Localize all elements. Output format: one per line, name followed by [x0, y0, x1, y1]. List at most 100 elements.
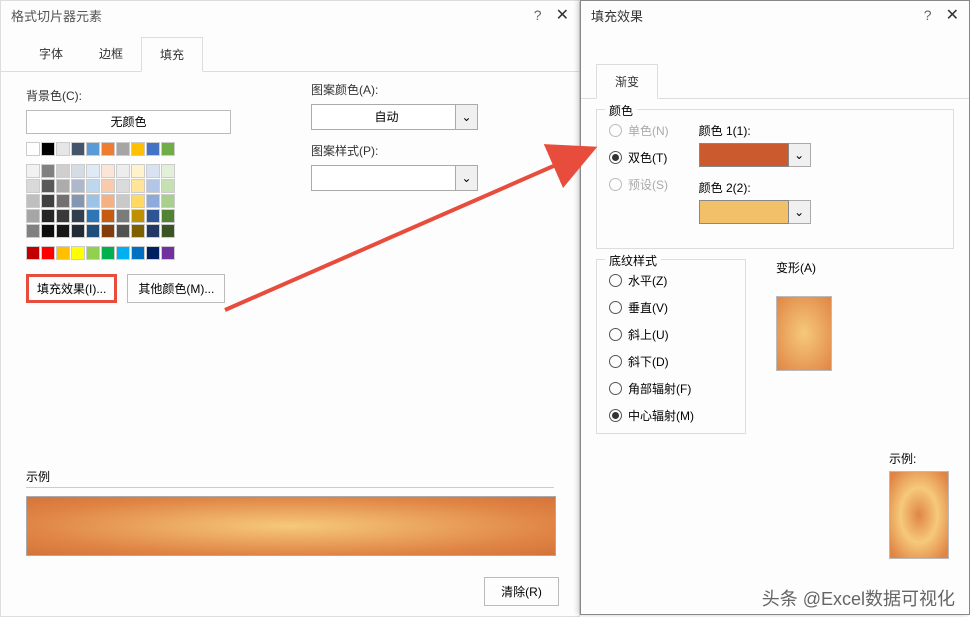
tab-fill[interactable]: 填充: [141, 37, 203, 72]
color-cell[interactable]: [26, 224, 40, 238]
color-cell[interactable]: [116, 194, 130, 208]
color2-swatch[interactable]: [699, 200, 789, 224]
color-cell[interactable]: [131, 246, 145, 260]
variant-preview[interactable]: [776, 296, 832, 371]
color-cell[interactable]: [26, 246, 40, 260]
more-colors-button[interactable]: 其他颜色(M)...: [127, 274, 225, 303]
chevron-down-icon[interactable]: ⌄: [456, 165, 478, 191]
color-cell[interactable]: [26, 179, 40, 193]
color-cell[interactable]: [161, 194, 175, 208]
pattern-color-select[interactable]: 自动 ⌄: [311, 104, 511, 130]
color-cell[interactable]: [56, 209, 70, 223]
chevron-down-icon[interactable]: ⌄: [789, 143, 811, 167]
color-cell[interactable]: [56, 246, 70, 260]
color-cell[interactable]: [146, 209, 160, 223]
color-cell[interactable]: [41, 224, 55, 238]
color-cell[interactable]: [41, 194, 55, 208]
color-cell[interactable]: [71, 209, 85, 223]
color-cell[interactable]: [41, 164, 55, 178]
radio-two-color[interactable]: 双色(T): [609, 149, 669, 166]
color-cell[interactable]: [41, 179, 55, 193]
color-cell[interactable]: [146, 246, 160, 260]
help-icon[interactable]: ?: [924, 7, 932, 23]
color-cell[interactable]: [131, 194, 145, 208]
color-cell[interactable]: [116, 142, 130, 156]
color-cell[interactable]: [71, 194, 85, 208]
color-cell[interactable]: [161, 179, 175, 193]
color-cell[interactable]: [131, 142, 145, 156]
color-cell[interactable]: [26, 209, 40, 223]
chevron-down-icon[interactable]: ⌄: [456, 104, 478, 130]
color-cell[interactable]: [101, 142, 115, 156]
fill-effects-button[interactable]: 填充效果(I)...: [26, 274, 117, 303]
color-cell[interactable]: [101, 224, 115, 238]
color-cell[interactable]: [86, 224, 100, 238]
radio-shading-4[interactable]: 角部辐射(F): [609, 380, 733, 397]
radio-shading-2[interactable]: 斜上(U): [609, 326, 733, 343]
color-cell[interactable]: [146, 224, 160, 238]
color-cell[interactable]: [26, 164, 40, 178]
close-icon[interactable]: ✕: [946, 5, 959, 25]
color-cell[interactable]: [86, 164, 100, 178]
radio-preset[interactable]: 预设(S): [609, 176, 669, 193]
color-cell[interactable]: [161, 142, 175, 156]
color-cell[interactable]: [41, 209, 55, 223]
color-cell[interactable]: [56, 179, 70, 193]
color-cell[interactable]: [71, 179, 85, 193]
no-color-button[interactable]: 无颜色: [26, 110, 231, 134]
color-cell[interactable]: [131, 209, 145, 223]
color-cell[interactable]: [86, 246, 100, 260]
color-cell[interactable]: [86, 194, 100, 208]
color-cell[interactable]: [86, 142, 100, 156]
color-cell[interactable]: [101, 164, 115, 178]
color-cell[interactable]: [71, 246, 85, 260]
color-cell[interactable]: [161, 224, 175, 238]
clear-button[interactable]: 清除(R): [484, 577, 559, 606]
color-cell[interactable]: [161, 209, 175, 223]
color-cell[interactable]: [86, 209, 100, 223]
color-cell[interactable]: [116, 246, 130, 260]
help-icon[interactable]: ?: [534, 7, 542, 23]
color-cell[interactable]: [101, 209, 115, 223]
color-cell[interactable]: [56, 142, 70, 156]
color-cell[interactable]: [71, 142, 85, 156]
radio-shading-5[interactable]: 中心辐射(M): [609, 407, 733, 424]
color-cell[interactable]: [146, 194, 160, 208]
color-cell[interactable]: [146, 179, 160, 193]
chevron-down-icon[interactable]: ⌄: [789, 200, 811, 224]
tab-font[interactable]: 字体: [21, 37, 81, 71]
color-cell[interactable]: [101, 194, 115, 208]
color-cell[interactable]: [56, 194, 70, 208]
color1-swatch[interactable]: [699, 143, 789, 167]
color-cell[interactable]: [116, 224, 130, 238]
close-icon[interactable]: ✕: [556, 5, 569, 25]
color-cell[interactable]: [146, 142, 160, 156]
color-cell[interactable]: [116, 209, 130, 223]
color-cell[interactable]: [116, 179, 130, 193]
radio-shading-0[interactable]: 水平(Z): [609, 272, 733, 289]
color-cell[interactable]: [41, 246, 55, 260]
radio-shading-1[interactable]: 垂直(V): [609, 299, 733, 316]
color-cell[interactable]: [26, 142, 40, 156]
color-cell[interactable]: [26, 194, 40, 208]
color-cell[interactable]: [131, 179, 145, 193]
color-cell[interactable]: [71, 164, 85, 178]
color-cell[interactable]: [131, 224, 145, 238]
color-cell[interactable]: [56, 164, 70, 178]
color-cell[interactable]: [56, 224, 70, 238]
color-cell[interactable]: [131, 164, 145, 178]
radio-single-color[interactable]: 单色(N): [609, 122, 669, 139]
color-cell[interactable]: [116, 164, 130, 178]
color-cell[interactable]: [86, 179, 100, 193]
pattern-style-select[interactable]: ⌄: [311, 165, 511, 191]
color-cell[interactable]: [146, 164, 160, 178]
color-cell[interactable]: [101, 179, 115, 193]
color-cell[interactable]: [161, 164, 175, 178]
radio-shading-3[interactable]: 斜下(D): [609, 353, 733, 370]
color-cell[interactable]: [41, 142, 55, 156]
color-cell[interactable]: [101, 246, 115, 260]
tab-gradient[interactable]: 渐变: [596, 64, 658, 99]
tab-border[interactable]: 边框: [81, 37, 141, 71]
color-cell[interactable]: [161, 246, 175, 260]
color-cell[interactable]: [71, 224, 85, 238]
